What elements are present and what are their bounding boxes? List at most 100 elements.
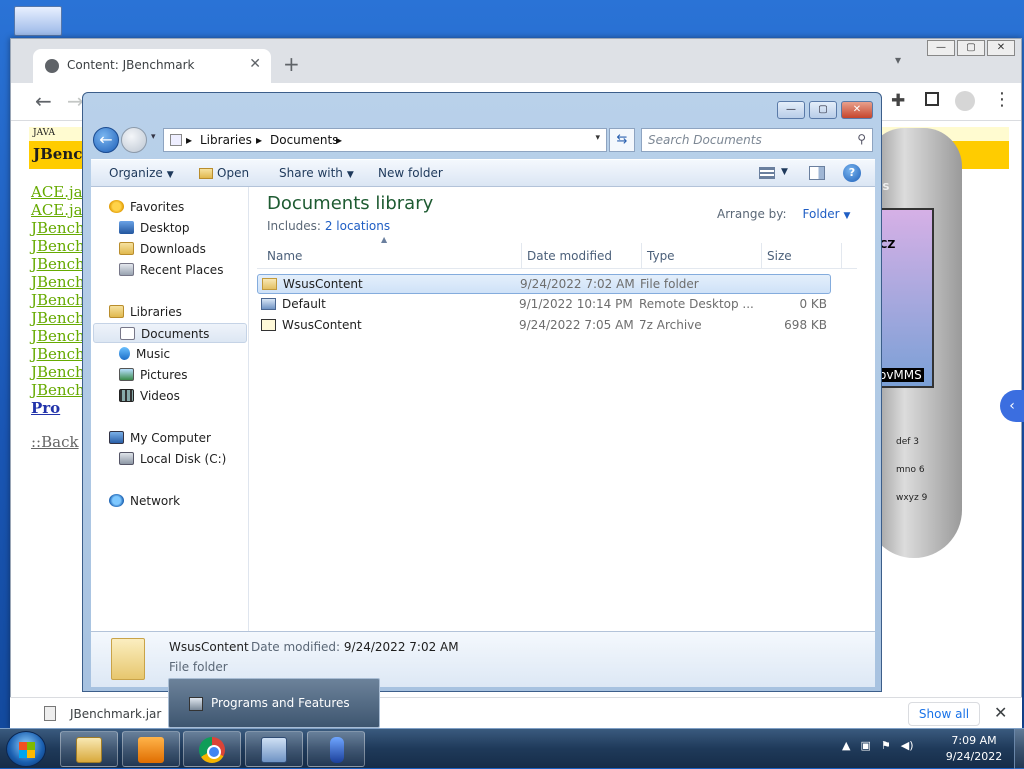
system-tray: ▲ ▣ ⚑ ◀) (842, 739, 924, 752)
search-icon[interactable]: ⚲ (857, 132, 866, 146)
file-date: 9/1/2022 10:14 PM (519, 297, 633, 311)
search-box[interactable]: Search Documents ⚲ (641, 128, 873, 152)
breadcrumb-separator-icon[interactable]: ▸ (186, 133, 192, 147)
file-row[interactable]: Default 9/1/2022 10:14 PM Remote Desktop… (257, 295, 831, 315)
nav-downloads[interactable]: Downloads (119, 239, 206, 259)
breadcrumb-libraries[interactable]: Libraries (200, 133, 252, 147)
column-name[interactable]: Name (267, 249, 302, 269)
nav-favorites[interactable]: Favorites (109, 197, 184, 217)
open-button[interactable]: Open (199, 166, 249, 180)
nav-my-computer[interactable]: My Computer (109, 428, 211, 448)
show-desktop-button[interactable] (1014, 729, 1024, 769)
file-name: WsusContent (261, 316, 362, 335)
volume-icon[interactable]: ◀) (901, 739, 914, 752)
taskbar-media-player[interactable] (122, 731, 180, 767)
nav-recent-places[interactable]: Recent Places (119, 260, 223, 280)
close-button[interactable]: ✕ (987, 40, 1015, 56)
back-arrow-icon[interactable]: ← (35, 89, 52, 113)
star-icon (109, 200, 124, 213)
address-dropdown-icon[interactable]: ▾ (595, 133, 600, 143)
details-modified: Date modified: 9/24/2022 7:02 AM (251, 640, 459, 654)
arrange-by-dropdown[interactable]: Folder ▼ (795, 207, 851, 221)
tab-search-chevron-icon[interactable]: ▾ (895, 53, 901, 67)
taskbar: ▲ ▣ ⚑ ◀) 7:09 AM 9/24/2022 (0, 728, 1024, 769)
breadcrumb-separator-icon[interactable]: ▸ (336, 133, 342, 147)
folder-icon (76, 737, 102, 763)
file-name: WsusContent (262, 275, 363, 294)
minimize-button[interactable]: — (927, 40, 955, 56)
forward-arrow-icon[interactable] (121, 127, 147, 153)
nav-documents[interactable]: Documents (93, 323, 247, 343)
nav-libraries[interactable]: Libraries (109, 302, 182, 322)
taskbar-preview-popup[interactable]: Programs and Features (168, 678, 380, 728)
download-file-name[interactable]: JBenchmark.jar (70, 707, 161, 721)
explorer-maximize-button[interactable]: ▢ (809, 101, 837, 119)
taskbar-chrome[interactable] (183, 731, 241, 767)
phone-keypad: def 3 mno 6 wxyz 9 (896, 428, 927, 512)
change-view-icon[interactable] (759, 167, 775, 179)
explorer-close-button[interactable]: ✕ (841, 101, 873, 119)
network-tray-icon[interactable]: ▣ (860, 739, 870, 752)
nav-local-disk[interactable]: Local Disk (C:) (119, 449, 226, 469)
nav-pictures[interactable]: Pictures (119, 365, 188, 385)
refresh-icon[interactable]: ⇆ (609, 128, 635, 152)
download-bar-close-icon[interactable]: ✕ (994, 703, 1007, 722)
maximize-button[interactable]: ▢ (957, 40, 985, 56)
show-all-button[interactable]: Show all (908, 702, 980, 726)
extensions-puzzle-icon[interactable]: ✚ (891, 91, 905, 111)
tab-close-icon[interactable]: ✕ (249, 56, 261, 72)
nav-music[interactable]: Music (119, 344, 170, 364)
file-date: 9/24/2022 7:02 AM (520, 277, 635, 291)
clock[interactable]: 7:09 AM 9/24/2022 (944, 733, 1004, 765)
globe-icon (45, 59, 59, 73)
profile-avatar-icon[interactable] (955, 91, 975, 111)
start-button[interactable] (6, 731, 46, 767)
tab-title: Content: JBenchmark (67, 58, 195, 72)
back-arrow-icon[interactable]: ← (93, 127, 119, 153)
file-row[interactable]: WsusContent 9/24/2022 7:05 AM 7z Archive… (257, 316, 831, 336)
nav-network[interactable]: Network (109, 491, 180, 511)
explorer-body: Favorites Desktop Downloads Recent Place… (91, 187, 875, 631)
phone-screen (878, 208, 934, 388)
file-list-pane: Documents library Includes: 2 locations … (249, 187, 875, 631)
taskbar-explorer[interactable] (60, 731, 118, 767)
breadcrumb-documents[interactable]: Documents (270, 133, 338, 147)
view-options-chevron-icon[interactable]: ▼ (781, 167, 788, 177)
file-size: 0 KB (799, 297, 827, 311)
includes-locations-link[interactable]: 2 locations (325, 219, 390, 233)
explorer-minimize-button[interactable]: — (777, 101, 805, 119)
new-tab-button[interactable]: + (283, 52, 300, 76)
show-hidden-icons-icon[interactable]: ▲ (842, 739, 850, 752)
column-date-modified[interactable]: Date modified (527, 249, 612, 269)
organize-button[interactable]: Organize ▼ (109, 166, 174, 180)
chrome-icon (199, 737, 225, 763)
preview-pane-icon[interactable] (809, 166, 825, 180)
column-size[interactable]: Size (767, 249, 792, 269)
desktop-computer-icon[interactable] (14, 6, 62, 36)
breadcrumb-separator-icon[interactable]: ▸ (256, 133, 262, 147)
media-player-icon (138, 737, 164, 763)
file-type: 7z Archive (639, 318, 702, 332)
side-panel-chevron-icon[interactable]: ‹ (1000, 390, 1024, 422)
taskbar-control-panel[interactable] (245, 731, 303, 767)
recent-pages-chevron-icon[interactable]: ▾ (151, 132, 156, 142)
navigation-row: ← ▾ ▸ Libraries ▸ Documents ▸ ▾ ⇆ Search… (91, 127, 875, 155)
more-menu-icon[interactable]: ⋮ (993, 89, 1011, 110)
file-type: Remote Desktop ... (639, 297, 754, 311)
share-with-button[interactable]: Share with ▼ (279, 166, 354, 180)
taskbar-phone-emulator[interactable] (307, 731, 365, 767)
side-panel-icon[interactable] (925, 92, 939, 106)
address-bar[interactable]: ▸ Libraries ▸ Documents ▸ ▾ (163, 128, 607, 152)
computer-icon (109, 431, 124, 444)
nav-desktop[interactable]: Desktop (119, 218, 190, 238)
column-type[interactable]: Type (647, 249, 675, 269)
recent-places-icon (119, 263, 134, 276)
file-row[interactable]: WsusContent 9/24/2022 7:02 AM File folde… (257, 274, 831, 294)
help-icon[interactable]: ? (843, 164, 861, 182)
tab-content-jbenchmark[interactable]: Content: JBenchmark ✕ (33, 49, 271, 83)
nav-videos[interactable]: Videos (119, 386, 180, 406)
command-bar: Organize ▼ Open Share with ▼ New folder ▼ … (91, 159, 875, 187)
documents-icon (120, 327, 135, 340)
new-folder-button[interactable]: New folder (378, 166, 443, 180)
action-center-icon[interactable]: ⚑ (881, 739, 891, 752)
